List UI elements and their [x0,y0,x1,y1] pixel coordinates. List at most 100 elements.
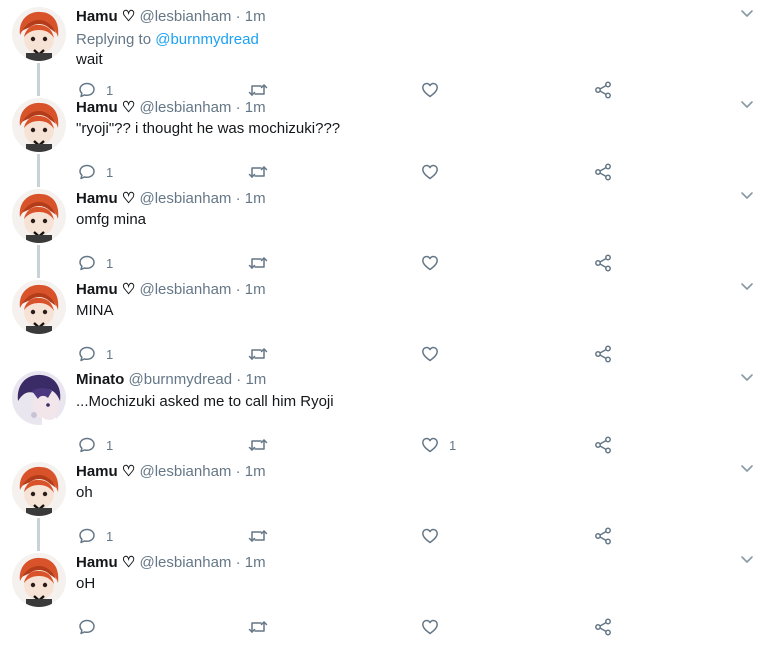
like-count: 1 [449,437,457,453]
tweet-6[interactable]: Hamu ♡ @lesbianham · 1m oh 1 [0,458,768,551]
share-button[interactable] [594,435,612,455]
tweet-3[interactable]: Hamu ♡ @lesbianham · 1m omfg mina 1 [0,185,768,278]
author-handle[interactable]: @lesbianham [139,99,231,116]
tweet-actions: 1 [0,526,768,546]
heart-icon [422,528,438,544]
separator-dot: · [235,8,241,25]
replying-to-link[interactable]: @burnmydread [155,31,259,48]
avatar[interactable] [12,7,66,61]
retweet-icon [248,439,268,451]
tweet-header: Hamu ♡ @lesbianham · 1m [76,553,266,571]
avatar[interactable] [12,553,66,607]
chevron-down-icon[interactable] [740,100,754,110]
share-button[interactable] [594,253,612,273]
like-button[interactable] [421,162,449,182]
name-heart-icon: ♡ [121,281,136,298]
author-handle[interactable]: @lesbianham [139,281,231,298]
retweet-button[interactable] [248,253,268,273]
timestamp[interactable]: 1m [245,190,266,207]
author-name[interactable]: Hamu [76,554,118,571]
author-name[interactable]: Minato [76,371,124,388]
reply-count: 1 [106,346,114,362]
reply-button[interactable] [78,617,106,637]
share-button[interactable] [594,162,612,182]
separator-dot: · [235,190,241,207]
reply-button[interactable]: 1 [78,344,113,364]
reply-button[interactable]: 1 [78,162,113,182]
tweet-header: Minato @burnmydread · 1m [76,371,266,388]
retweet-button[interactable] [248,344,268,364]
tweet-text: oh [76,484,93,501]
reply-icon [79,346,95,362]
reply-button[interactable]: 1 [78,253,113,273]
tweet-2[interactable]: Hamu ♡ @lesbianham · 1m "ryoji"?? i thou… [0,94,768,187]
separator-dot: · [236,371,242,388]
timestamp[interactable]: 1m [245,371,266,388]
tweet-4[interactable]: Hamu ♡ @lesbianham · 1m MINA 1 [0,276,768,367]
chevron-down-icon[interactable] [740,282,754,292]
tweet-text: oH [76,575,96,592]
tweet-header: Hamu ♡ @lesbianham · 1m [76,189,266,207]
tweet-text: omfg mina [76,211,147,228]
retweet-button[interactable] [248,617,268,637]
tweet-actions: 1 [0,253,768,273]
chevron-down-icon[interactable] [740,555,754,565]
chevron-down-icon[interactable] [740,9,754,19]
author-handle[interactable]: @burnmydread [129,371,233,388]
retweet-icon [248,621,268,633]
avatar[interactable] [12,189,66,243]
name-heart-icon: ♡ [121,99,136,116]
share-button[interactable] [594,526,612,546]
share-button[interactable] [594,617,612,637]
tweet-7[interactable]: Hamu ♡ @lesbianham · 1m oH [0,549,768,640]
author-name[interactable]: Hamu [76,99,118,116]
author-handle[interactable]: @lesbianham [139,463,231,480]
timestamp[interactable]: 1m [245,281,266,298]
separator-dot: · [235,463,241,480]
tweet-header: Hamu ♡ @lesbianham · 1m [76,462,266,480]
chevron-down-icon[interactable] [740,464,754,474]
name-heart-icon: ♡ [121,554,136,571]
chevron-down-icon[interactable] [740,191,754,201]
reply-button[interactable]: 1 [78,435,113,455]
author-name[interactable]: Hamu [76,190,118,207]
timestamp[interactable]: 1m [245,8,266,25]
name-heart-icon: ♡ [121,463,136,480]
replying-to: Replying to @burnmydread [76,31,259,48]
tweet-actions [0,617,768,637]
author-handle[interactable]: @lesbianham [139,554,231,571]
separator-dot: · [235,281,241,298]
retweet-button[interactable] [248,162,268,182]
timestamp[interactable]: 1m [245,554,266,571]
author-name[interactable]: Hamu [76,281,118,298]
timestamp[interactable]: 1m [245,99,266,116]
reply-icon [79,164,95,180]
chevron-down-icon[interactable] [740,373,754,383]
share-icon [595,436,611,454]
author-name[interactable]: Hamu [76,463,118,480]
share-icon [595,527,611,545]
heart-icon [422,164,438,180]
avatar[interactable] [12,462,66,516]
like-button[interactable]: 1 [421,435,456,455]
tweet-1[interactable]: Hamu ♡ @lesbianham · 1m Replying to @bur… [0,3,768,99]
like-button[interactable] [421,526,449,546]
timestamp[interactable]: 1m [245,463,266,480]
tweet-5[interactable]: Minato @burnmydread · 1m ...Mochizuki as… [0,367,768,458]
share-button[interactable] [594,344,612,364]
avatar[interactable] [12,371,66,425]
name-heart-icon: ♡ [121,8,136,25]
reply-button[interactable]: 1 [78,526,113,546]
author-handle[interactable]: @lesbianham [139,190,231,207]
author-name[interactable]: Hamu [76,8,118,25]
avatar[interactable] [12,98,66,152]
author-handle[interactable]: @lesbianham [139,8,231,25]
retweet-button[interactable] [248,526,268,546]
heart-icon [422,255,438,271]
like-button[interactable] [421,344,449,364]
retweet-icon [248,166,268,178]
like-button[interactable] [421,617,449,637]
like-button[interactable] [421,253,449,273]
retweet-button[interactable] [248,435,268,455]
avatar[interactable] [12,280,66,334]
